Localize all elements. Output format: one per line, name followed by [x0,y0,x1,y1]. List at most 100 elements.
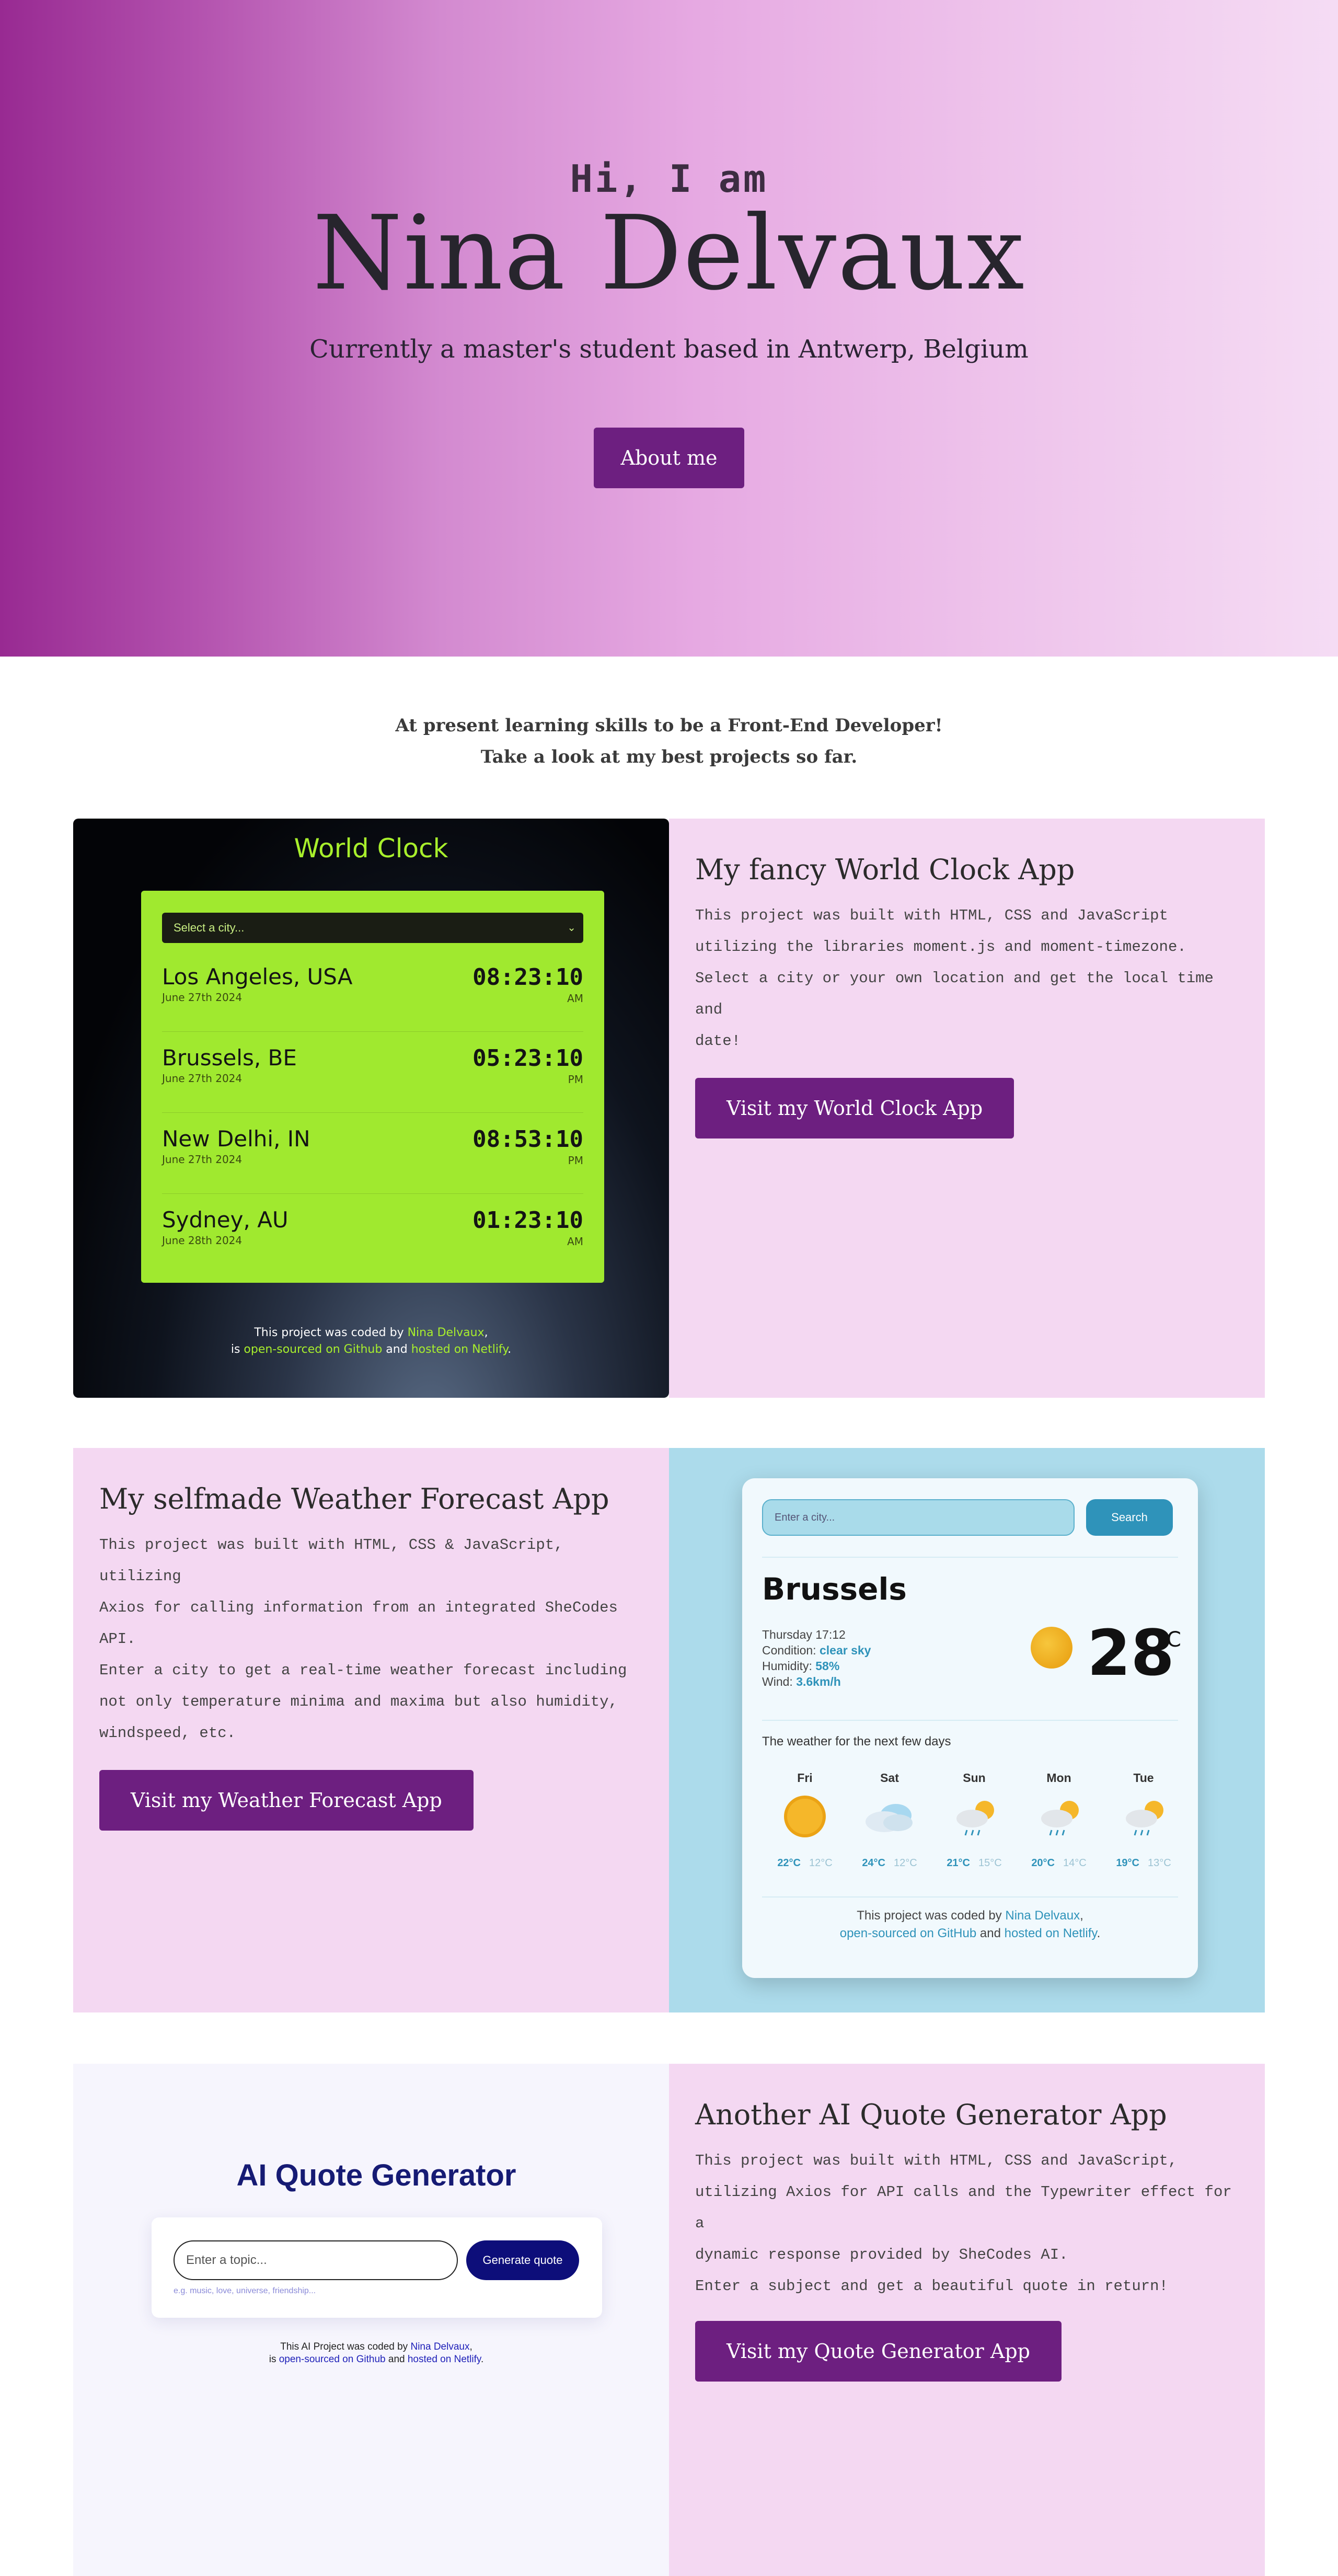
rain-sun-icon [932,1785,1016,1843]
wx-footer-text: and [976,1926,1005,1940]
wc-city-date: June 27th 2024 [162,1072,243,1085]
wc-city-select[interactable]: Select a city... ⌄ [162,913,583,943]
description-line: This project was built with HTML, CSS & … [99,1536,563,1585]
wx-footer: This project was coded by Nina Delvaux, … [742,1907,1198,1942]
wx-footer-text: . [1097,1926,1101,1940]
quote-info: Another AI Quote Generator App This proj… [669,2064,1265,2576]
wc-netlify-link[interactable]: hosted on Netlify [411,1343,507,1356]
forecast-day-name: Sat [880,1771,899,1785]
rain-sun-icon [1017,1785,1101,1843]
forecast-day: Tue 19°C 13°C [1102,1771,1185,1869]
forecast-day-name: Mon [1046,1771,1071,1785]
weather-info: My selfmade Weather Forecast App This pr… [73,1448,669,2012]
q-footer-text: This AI Project was coded by [280,2341,411,2352]
forecast-day: Mon 20°C 14°C [1017,1771,1101,1869]
wc-city-ampm: PM [568,1154,583,1167]
wc-city-ampm: AM [567,992,583,1005]
wc-city-row: Brussels, BE June 27th 2024 05:23:10 PM [162,1045,583,1113]
wx-netlify-link[interactable]: hosted on Netlify [1005,1926,1097,1940]
description-line: This project was built with HTML, CSS an… [695,2152,1178,2169]
wx-humidity-label: Humidity: [762,1659,816,1673]
project-description: This project was built with HTML, CSS an… [695,900,1244,1057]
forecast-max: 21°C [947,1857,970,1869]
wc-city-time: 05:23:10 [472,1045,583,1072]
wx-condition-label: Condition: [762,1643,820,1657]
quote-preview[interactable]: AI Quote Generator Enter a topic... Gene… [73,2064,669,2576]
description-line: windspeed, etc. [99,1724,236,1742]
cloud-icon [848,1785,931,1843]
wc-github-link[interactable]: open-sourced on Github [244,1343,382,1356]
q-footer-text: , [469,2341,472,2352]
about-me-button[interactable]: About me [594,428,744,488]
wc-city-name: Los Angeles, USA [162,964,353,990]
wx-wind-label: Wind: [762,1675,797,1688]
wc-author-link[interactable]: Nina Delvaux [408,1326,485,1339]
wx-card: Enter a city... Search Brussels Thursday… [742,1478,1198,1978]
rain-sun-icon [1102,1785,1185,1843]
wx-github-link[interactable]: open-sourced on GitHub [840,1926,977,1940]
wx-search-input[interactable]: Enter a city... [762,1499,1075,1536]
wc-footer-text: . [507,1343,512,1356]
wc-city-name: Sydney, AU [162,1207,289,1233]
wc-city-date: June 27th 2024 [162,1153,243,1166]
forecast-max: 19°C [1116,1857,1139,1869]
forecast-temps: 19°C 13°C [1102,1857,1185,1869]
divider [762,1720,1178,1721]
wc-city-row: New Delhi, IN June 27th 2024 08:53:10 PM [162,1126,583,1194]
wc-city-time: 08:23:10 [472,964,583,991]
forecast-max: 22°C [777,1857,801,1869]
q-netlify-link[interactable]: hosted on Netlify [408,2354,481,2365]
wc-city-date: June 28th 2024 [162,1234,243,1247]
q-generate-button[interactable]: Generate quote [466,2240,579,2280]
wx-wind-value: 3.6km/h [796,1675,841,1688]
description-line: API. [99,1630,136,1648]
wc-title: World Clock [294,833,448,864]
wx-author-link[interactable]: Nina Delvaux [1005,1908,1080,1923]
wx-condition-value: clear sky [819,1643,871,1657]
q-github-link[interactable]: open-sourced on Github [279,2354,386,2365]
q-author-link[interactable]: Nina Delvaux [410,2341,469,2352]
description-line: utilizing the libraries moment.js and mo… [695,938,1186,956]
hero-subtitle: Currently a master's student based in An… [309,335,1029,364]
visit-weather-button[interactable]: Visit my Weather Forecast App [99,1770,474,1831]
wc-city-time: 01:23:10 [472,1207,583,1234]
wc-city-row: Sydney, AU June 28th 2024 01:23:10 AM [162,1207,583,1275]
project-row-world-clock: World Clock Select a city... ⌄ Los Angel… [73,819,1265,1398]
intro-text: At present learning skills to be a Front… [0,710,1338,773]
q-footer-text: . [480,2354,484,2365]
wx-forecast-title: The weather for the next few days [762,1734,951,1749]
wc-footer: This project was coded by Nina Delvaux, … [73,1325,669,1358]
sun-icon [1031,1627,1072,1669]
project-description: This project was built with HTML, CSS an… [695,2145,1244,2302]
wc-city-time: 08:53:10 [472,1126,583,1153]
forecast-day: Sat 24°C 12°C [848,1771,931,1869]
project-title: My fancy World Clock App [695,853,1075,886]
project-title: My selfmade Weather Forecast App [99,1482,609,1515]
wx-humidity-value: 58% [815,1659,840,1673]
weather-preview[interactable]: Enter a city... Search Brussels Thursday… [669,1448,1265,2012]
wc-select-label: Select a city... [174,921,245,934]
wc-city-date: June 27th 2024 [162,991,243,1004]
visit-world-clock-button[interactable]: Visit my World Clock App [695,1078,1014,1138]
world-clock-info: My fancy World Clock App This project wa… [669,819,1265,1398]
description-line: Axios for calling information from an in… [99,1599,618,1616]
project-row-quote: AI Quote Generator Enter a topic... Gene… [73,2064,1265,2576]
forecast-day: Fri 22°C 12°C [763,1771,847,1869]
wx-condition: Condition: clear sky [762,1643,871,1658]
wx-datetime: Thursday 17:12 [762,1628,846,1641]
forecast-max: 24°C [862,1857,885,1869]
wx-city: Brussels [762,1571,907,1607]
wx-search-button[interactable]: Search [1086,1499,1173,1536]
wc-footer-text: is [230,1343,244,1356]
description-line: Enter a subject and get a beautiful quot… [695,2278,1168,2295]
description-line: Enter a city to get a real-time weather … [99,1662,627,1679]
description-line: not only temperature minima and maxima b… [99,1693,618,1710]
forecast-temps: 21°C 15°C [932,1857,1016,1869]
q-topic-input[interactable]: Enter a topic... [174,2240,458,2280]
wc-footer-text: This project was coded by [254,1326,408,1339]
forecast-min: 12°C [894,1857,917,1869]
visit-quote-generator-button[interactable]: Visit my Quote Generator App [695,2321,1062,2382]
wc-city-row: Los Angeles, USA June 27th 2024 08:23:10… [162,964,583,1032]
wc-city-name: Brussels, BE [162,1045,297,1071]
world-clock-preview[interactable]: World Clock Select a city... ⌄ Los Angel… [73,819,669,1398]
